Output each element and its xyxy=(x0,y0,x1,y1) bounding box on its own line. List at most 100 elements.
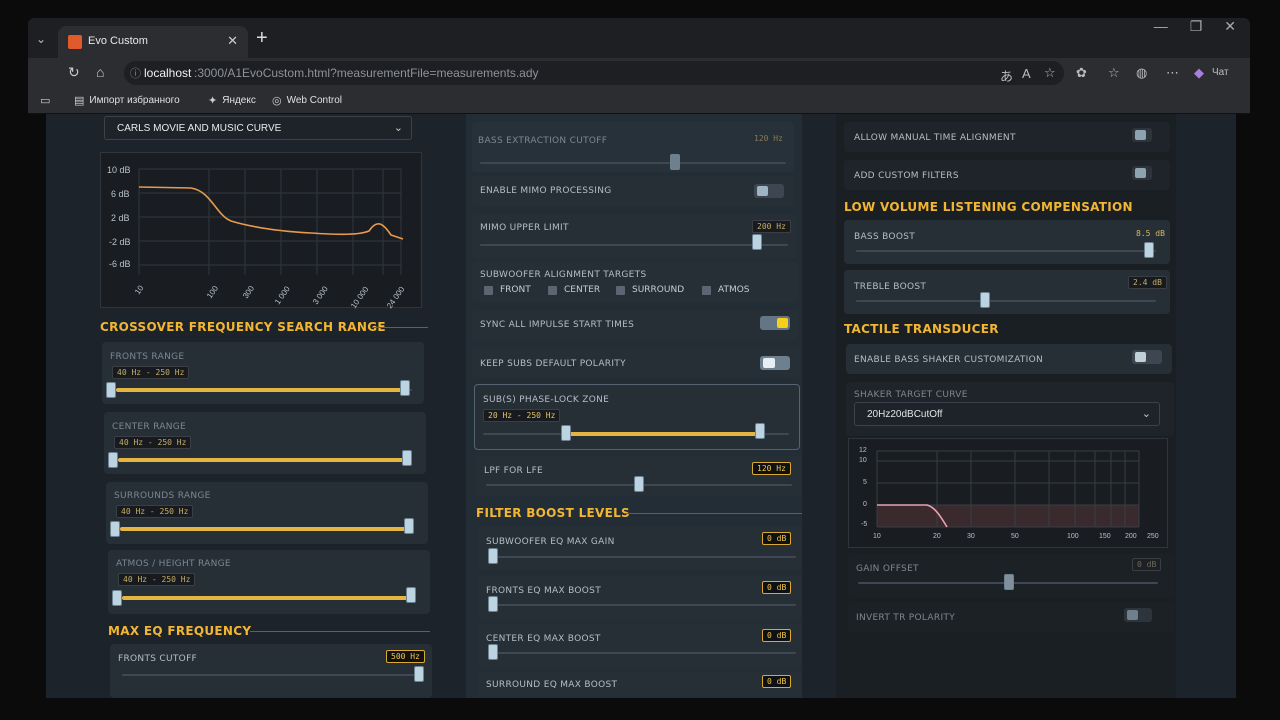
sub-eq-gain-handle[interactable] xyxy=(488,548,498,564)
profile-icon[interactable]: ◍ xyxy=(1136,65,1147,81)
lpf-lfe-handle[interactable] xyxy=(634,476,644,492)
fronts-range-value: 40 Hz - 250 Hz xyxy=(112,366,190,379)
sidebar-toggle-icon[interactable]: ▭ xyxy=(40,94,50,107)
middle-column: BASS EXTRACTION CUTOFF 120 Hz ENABLE MIM… xyxy=(466,114,802,698)
new-tab-plus-icon[interactable]: + xyxy=(256,27,268,50)
center-eq-boost-value: 0 dB xyxy=(762,629,792,642)
atmos-range-fill xyxy=(122,596,414,600)
favorite-star-icon[interactable]: ☆ xyxy=(1044,65,1056,81)
center-range-card: CENTER RANGE 40 Hz - 250 Hz xyxy=(104,412,426,474)
fronts-eq-boost-card: FRONTS EQ MAX BOOST 0 dB xyxy=(478,576,802,620)
center-eq-boost-handle[interactable] xyxy=(488,644,498,660)
reload-icon[interactable]: ↻ xyxy=(68,64,80,81)
tab-evo-custom[interactable]: Evo Custom ✕ xyxy=(58,26,248,58)
maximize-icon[interactable]: ❐ xyxy=(1190,18,1203,35)
favorites-icon[interactable]: ☆ xyxy=(1108,65,1120,81)
bass-boost-card: BASS BOOST 8.5 dB xyxy=(844,220,1170,264)
gain-offset-handle[interactable] xyxy=(1004,574,1014,590)
surrounds-range-min-handle[interactable] xyxy=(110,521,120,537)
chevron-down-icon: ⌄ xyxy=(393,122,403,134)
extensions-icon[interactable]: ✿ xyxy=(1076,65,1087,81)
surrounds-range-fill xyxy=(120,527,412,531)
tab-close-icon[interactable]: ✕ xyxy=(227,33,238,49)
eq-curve-svg xyxy=(138,168,404,275)
center-range-min-handle[interactable] xyxy=(108,452,118,468)
copilot-label[interactable]: Чат xyxy=(1212,67,1229,78)
sparkle-icon: ✦ xyxy=(208,95,218,107)
bass-extraction-value: 120 Hz xyxy=(754,134,783,143)
bookmarks-bar: ▭ ▤ Импорт избранного ✦ Яндекс ◎ Web Contro… xyxy=(28,88,1250,114)
bookmark-import[interactable]: ▤ Импорт избранного xyxy=(74,94,180,107)
bookmark-web-control[interactable]: ◎ Web Control xyxy=(272,94,342,107)
center-range-fill xyxy=(118,458,410,462)
mimo-upper-value: 200 Hz xyxy=(752,220,791,233)
surrounds-range-max-handle[interactable] xyxy=(404,518,414,534)
bookmark-yandex[interactable]: ✦ Яндекс xyxy=(208,94,256,107)
home-icon[interactable]: ⌂ xyxy=(96,64,104,80)
fronts-range-card: FRONTS RANGE 40 Hz - 250 Hz xyxy=(102,342,424,404)
bass-boost-handle[interactable] xyxy=(1144,242,1154,258)
translate-icon[interactable]: あ xyxy=(1000,66,1013,85)
checkbox-surround[interactable] xyxy=(616,286,625,295)
custom-filters-toggle[interactable] xyxy=(1132,166,1152,180)
tab-list-chevron-icon[interactable]: ⌄ xyxy=(36,32,54,48)
checkbox-front[interactable] xyxy=(484,286,493,295)
site-info-icon[interactable]: ⓘ xyxy=(130,65,141,81)
sync-impulse-toggle[interactable] xyxy=(760,316,790,330)
invert-polarity-toggle[interactable] xyxy=(1124,608,1152,622)
shaker-enable-card: ENABLE BASS SHAKER CUSTOMIZATION xyxy=(846,344,1172,374)
fronts-cutoff-handle[interactable] xyxy=(414,666,424,682)
center-range-value: 40 Hz - 250 Hz xyxy=(114,436,192,449)
atmos-range-max-handle[interactable] xyxy=(406,587,416,603)
address-bar[interactable]: ⓘ localhost :3000/A1EvoCustom.html?measu… xyxy=(124,61,1064,85)
center-eq-boost-card: CENTER EQ MAX BOOST 0 dB xyxy=(478,624,802,668)
tab-title: Evo Custom xyxy=(88,35,148,47)
keep-polarity-toggle[interactable] xyxy=(760,356,790,370)
read-aloud-icon[interactable]: A xyxy=(1022,66,1031,81)
eq-curve-line xyxy=(138,186,404,240)
sub-targets-card: SUBWOOFER ALIGNMENT TARGETS FRONT CENTER… xyxy=(472,262,798,302)
target-curve-select[interactable]: CARLS MOVIE AND MUSIC CURVE ⌄ xyxy=(104,116,412,140)
mimo-upper-handle[interactable] xyxy=(752,234,762,250)
max-eq-section-title: MAX EQ FREQUENCY xyxy=(108,624,430,638)
phase-lock-max-handle[interactable] xyxy=(755,423,765,439)
shaker-curve-select[interactable]: 20Hz20dBCutOff ⌄ xyxy=(854,402,1160,426)
fronts-range-min-handle[interactable] xyxy=(106,382,116,398)
atmos-range-min-handle[interactable] xyxy=(112,590,122,606)
shaker-enable-toggle[interactable] xyxy=(1132,350,1162,364)
treble-boost-card: TREBLE BOOST 2.4 dB xyxy=(844,270,1170,314)
keep-polarity-card: KEEP SUBS DEFAULT POLARITY xyxy=(472,348,800,378)
minimize-icon[interactable]: — xyxy=(1154,18,1168,35)
invert-polarity-card: INVERT TR POLARITY xyxy=(848,602,1174,632)
treble-boost-handle[interactable] xyxy=(980,292,990,308)
mimo-enable-toggle[interactable] xyxy=(754,184,784,198)
import-folder-icon: ▤ xyxy=(74,95,85,107)
more-menu-icon[interactable]: ⋯ xyxy=(1166,65,1179,81)
tab-bar: ⌄ Evo Custom ✕ + — ❐ ✕ xyxy=(28,18,1250,58)
phase-lock-min-handle[interactable] xyxy=(561,425,571,441)
surrounds-range-value: 40 Hz - 250 Hz xyxy=(116,505,194,518)
left-column: CARLS MOVIE AND MUSIC CURVE ⌄ 10 dB 6 dB… xyxy=(92,114,432,698)
center-range-max-handle[interactable] xyxy=(402,450,412,466)
atmos-range-card: ATMOS / HEIGHT RANGE 40 Hz - 250 Hz xyxy=(108,550,430,614)
fronts-range-max-handle[interactable] xyxy=(400,380,410,396)
checkbox-center[interactable] xyxy=(548,286,557,295)
mimo-upper-card: MIMO UPPER LIMIT 200 Hz xyxy=(472,214,796,258)
bass-extraction-handle[interactable] xyxy=(670,154,680,170)
fronts-eq-boost-handle[interactable] xyxy=(488,596,498,612)
lvlc-section-title: LOW VOLUME LISTENING COMPENSATION xyxy=(844,200,1133,214)
favicon-icon xyxy=(68,35,82,49)
close-window-icon[interactable]: ✕ xyxy=(1224,18,1236,35)
eq-curve-chart: 10 dB 6 dB 2 dB -2 dB -6 dB 10 100 300 1… xyxy=(100,152,422,310)
url-host: localhost xyxy=(144,66,192,80)
shaker-curve-chart: 12 10 5 0 -5 10 20 30 50 100 150 200 250 xyxy=(848,438,1168,548)
window-controls: — ❐ ✕ xyxy=(1154,18,1236,35)
checkbox-atmos[interactable] xyxy=(702,286,711,295)
mimo-enable-card: ENABLE MIMO PROCESSING xyxy=(472,176,794,206)
copilot-icon[interactable]: ◆ xyxy=(1194,65,1204,81)
surround-eq-boost-value: 0 dB xyxy=(762,675,792,688)
surround-eq-boost-card: SURROUND EQ MAX BOOST 0 dB xyxy=(478,672,802,698)
fronts-range-fill xyxy=(116,388,408,392)
shaker-curve-svg xyxy=(876,450,1140,528)
manual-time-toggle[interactable] xyxy=(1132,128,1152,142)
